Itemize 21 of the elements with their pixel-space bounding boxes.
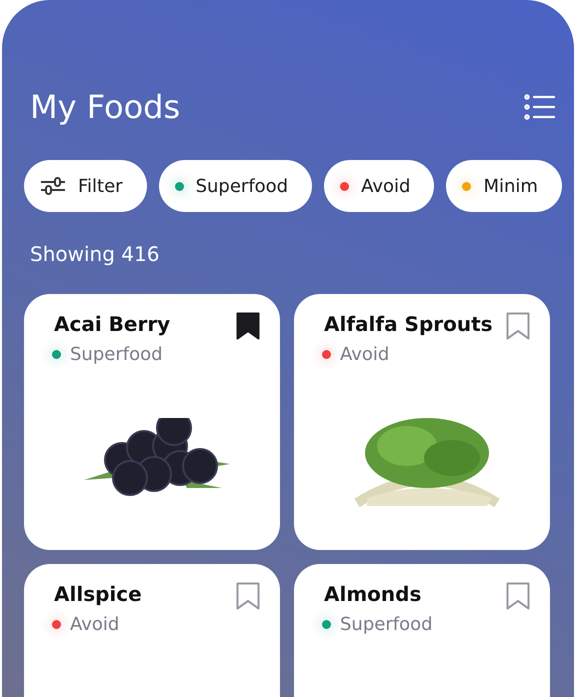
category-chip[interactable]: Minim [446, 160, 562, 212]
food-category: Superfood [340, 614, 433, 635]
category-chip[interactable]: Avoid [324, 160, 434, 212]
results-count: Showing 416 [30, 242, 160, 266]
filter-button[interactable]: Filter [24, 160, 147, 212]
food-category: Avoid [70, 614, 120, 635]
bookmark-icon[interactable] [236, 312, 260, 340]
food-card[interactable]: Acai Berry Superfood [24, 294, 280, 550]
page-title: My Foods [30, 88, 180, 126]
category-chip[interactable]: Superfood [158, 160, 312, 212]
food-category: Superfood [70, 344, 163, 365]
food-name: Allspice [54, 582, 142, 606]
food-category: Avoid [340, 344, 390, 365]
food-card[interactable]: Alfalfa Sprouts Avoid [294, 294, 550, 550]
list-icon[interactable] [524, 94, 556, 120]
food-name: Acai Berry [54, 312, 170, 336]
food-card[interactable]: Allspice Avoid [24, 564, 280, 697]
filter-icon [40, 175, 66, 197]
food-name: Almonds [324, 582, 422, 606]
food-card[interactable]: Almonds Superfood [294, 564, 550, 697]
food-name: Alfalfa Sprouts [324, 312, 493, 336]
